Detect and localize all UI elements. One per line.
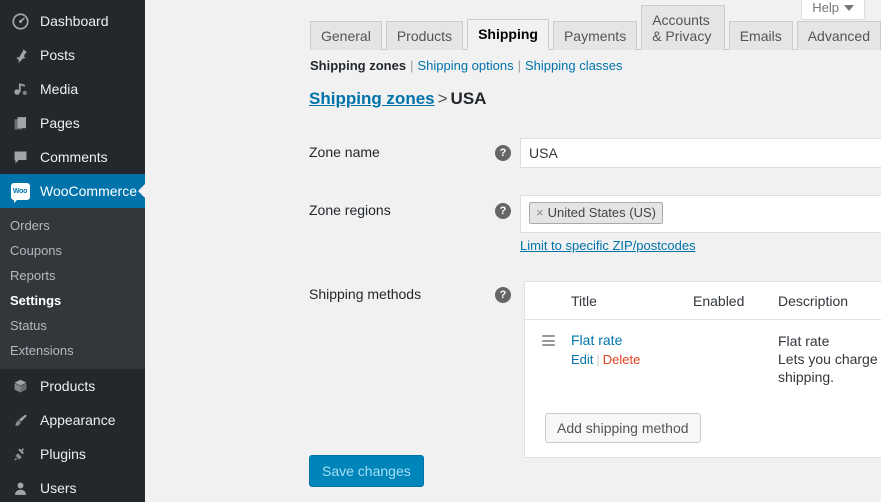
limit-zip-postcodes-link[interactable]: Limit to specific ZIP/postcodes [520,238,696,253]
sidebar-item-appearance[interactable]: Appearance [0,403,145,437]
sidebar-item-label: Media [40,81,79,97]
submenu-item-reports[interactable]: Reports [0,263,145,288]
sidebar-item-label: Plugins [40,446,86,462]
breadcrumb-current: USA [450,89,487,108]
tab-products[interactable]: Products [385,21,464,50]
breadcrumb-separator: > [437,89,448,108]
zone-name-row: Zone name [309,144,489,160]
submenu-item-coupons[interactable]: Coupons [0,238,145,263]
zone-regions-select[interactable]: × United States (US) [520,195,881,233]
chip-remove-icon[interactable]: × [536,205,544,221]
sidebar-item-media[interactable]: Media [0,72,145,106]
pages-icon [9,113,31,133]
row-handle-cell [525,332,571,346]
row-description-cell: Flat rate Lets you charge a fixed rate f… [778,332,881,386]
submenu-item-status[interactable]: Status [0,313,145,338]
comment-icon [9,147,31,167]
shipping-subnav: Shipping zones | Shipping options | Ship… [310,58,623,74]
pushpin-icon [9,45,31,65]
sidebar-item-label: Posts [40,47,76,63]
region-chip[interactable]: × United States (US) [529,202,663,224]
zone-name-input[interactable] [520,138,881,168]
zone-regions-label: Zone regions [309,202,391,218]
tab-shipping[interactable]: Shipping [467,19,549,50]
settings-tabs: General Products Shipping Payments Accou… [310,5,881,50]
tab-advanced[interactable]: Advanced [796,21,881,50]
user-icon [9,478,31,498]
shipping-methods-help-icon[interactable]: ? [495,287,511,303]
delete-link[interactable]: Delete [603,352,641,367]
sidebar-item-label: Appearance [40,412,116,428]
paintbrush-icon [9,410,31,430]
edit-link[interactable]: Edit [571,352,593,367]
subnav-item-shipping-classes[interactable]: Shipping classes [525,58,623,74]
submenu-item-extensions[interactable]: Extensions [0,338,145,363]
tab-general[interactable]: General [310,21,382,50]
sidebar-item-dashboard[interactable]: Dashboard [0,4,145,38]
header-cell-description: Description [778,292,849,309]
header-cell-handle [525,299,571,302]
toggle-knob [675,334,691,350]
shipping-methods-row: Shipping methods [309,286,489,302]
help-tab-button[interactable]: Help [801,0,865,20]
sidebar-item-posts[interactable]: Posts [0,38,145,72]
sidebar-item-woocommerce[interactable]: Woo WooCommerce [0,174,145,208]
breadcrumb-root-link[interactable]: Shipping zones [309,89,435,108]
sidebar-item-comments[interactable]: Comments [0,140,145,174]
chip-label: United States (US) [547,205,656,220]
wordpress-admin-screen: Dashboard Posts Media Pages Comments Woo… [0,0,881,502]
tab-accounts-privacy[interactable]: Accounts & Privacy [641,5,725,50]
sidebar-item-label: Products [40,378,96,394]
sidebar-item-label: Users [40,480,77,496]
tab-emails[interactable]: Emails [728,21,793,50]
plug-icon [9,444,31,464]
drag-handle-icon[interactable] [541,335,555,346]
sidebar-item-users[interactable]: Users [0,471,145,502]
chevron-down-icon [844,4,854,11]
header-cell-title: Title [571,292,597,309]
header-cell-enabled: Enabled [693,292,745,309]
sidebar-item-plugins[interactable]: Plugins [0,437,145,471]
submenu-item-settings[interactable]: Settings [0,288,145,313]
dashboard-icon [9,11,31,31]
submenu-item-orders[interactable]: Orders [0,213,145,238]
table-header-row: Title Enabled Description [525,282,881,320]
sidebar-item-label: Dashboard [40,13,109,29]
zone-name-label: Zone name [309,144,380,160]
main-content: Help General Products Shipping Payments … [145,0,881,502]
subnav-item-shipping-zones[interactable]: Shipping zones [310,58,406,74]
row-actions: Edit | Delete [571,352,693,367]
tab-payments[interactable]: Payments [552,21,638,50]
breadcrumb: Shipping zones > USA [309,89,486,109]
help-tab-label: Help [812,0,839,15]
woocommerce-submenu: Orders Coupons Reports Settings Status E… [0,208,145,369]
shipping-methods-label: Shipping methods [309,286,422,302]
table-footer: Add shipping method [525,400,881,457]
media-icon [9,79,31,99]
sidebar-item-products[interactable]: Products [0,369,145,403]
method-title-link[interactable]: Flat rate [571,332,622,348]
subnav-separator: | [517,58,521,73]
woo-badge-label: Woo [10,182,30,203]
add-shipping-method-button[interactable]: Add shipping method [545,413,701,443]
zone-regions-help-icon[interactable]: ? [495,203,511,219]
description-subtitle: Lets you charge a fixed rate for shippin… [778,351,881,385]
shipping-methods-table: Title Enabled Description Flat rate Edit… [524,281,881,458]
box-icon [9,376,31,396]
sidebar-item-label: WooCommerce [40,183,137,199]
row-title-cell: Flat rate Edit | Delete [571,332,693,367]
sidebar-item-pages[interactable]: Pages [0,106,145,140]
table-row: Flat rate Edit | Delete Flat rate Lets you… [525,320,881,400]
actions-separator: | [596,352,600,367]
sidebar-item-label: Comments [40,149,108,165]
woocommerce-icon: Woo [9,181,31,203]
description-title: Flat rate [778,333,830,349]
admin-sidebar: Dashboard Posts Media Pages Comments Woo… [0,0,145,502]
zone-name-help-icon[interactable]: ? [495,145,511,161]
save-changes-button[interactable]: Save changes [309,455,424,487]
zone-regions-row: Zone regions [309,202,489,218]
subnav-separator: | [410,58,414,73]
subnav-item-shipping-options[interactable]: Shipping options [417,58,513,74]
sidebar-item-label: Pages [40,115,80,131]
